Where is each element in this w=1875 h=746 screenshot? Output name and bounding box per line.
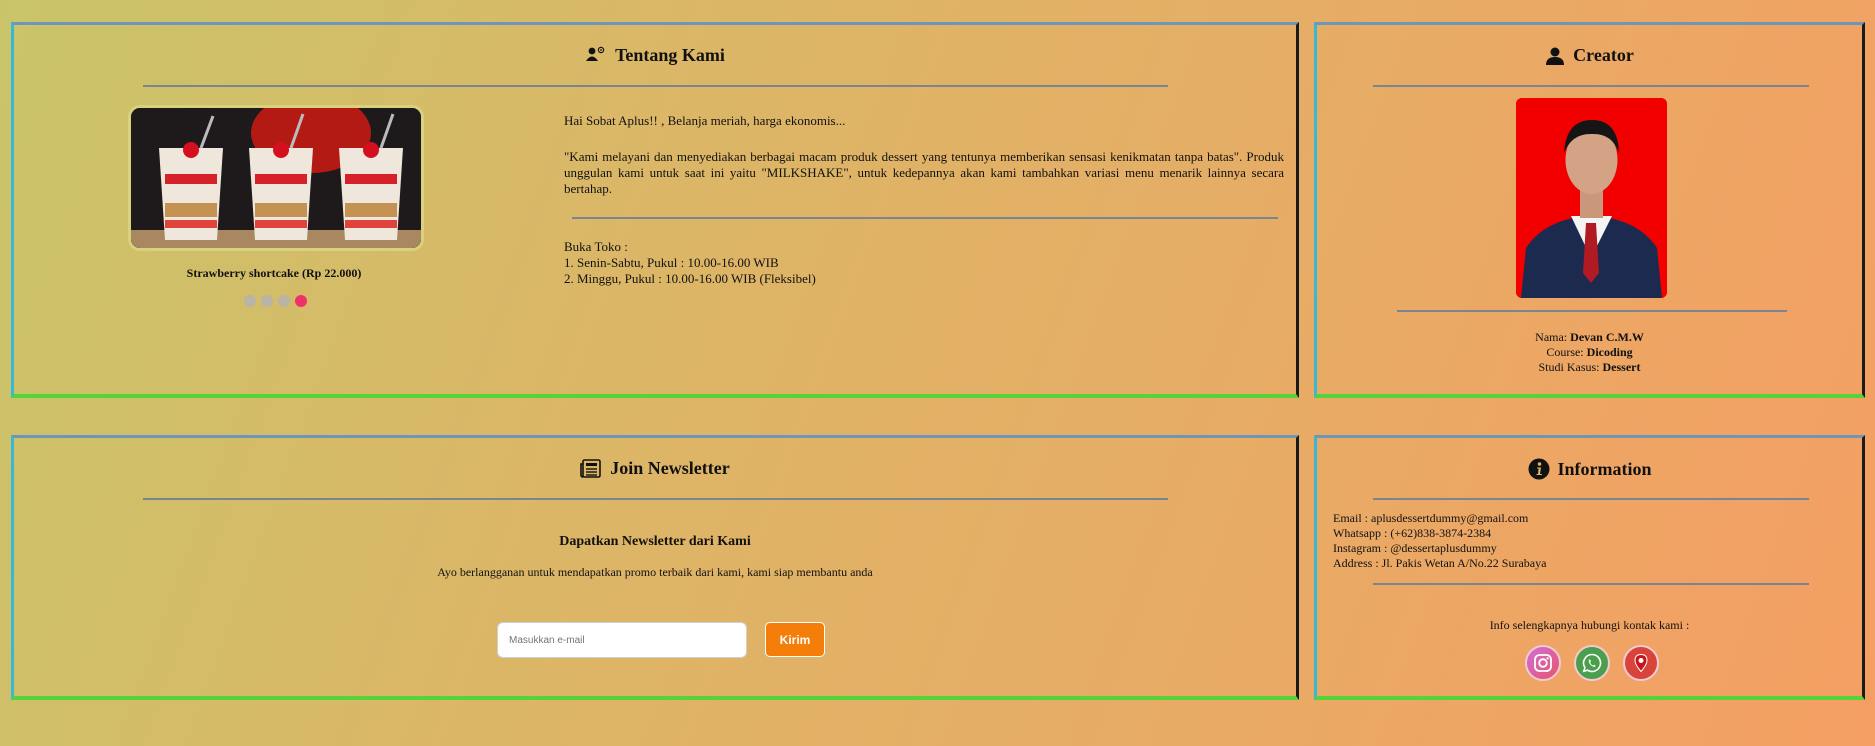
whatsapp-icon[interactable] [1574,645,1610,681]
newsletter-title: Join Newsletter [14,458,1296,479]
contact-address: Address : Jl. Pakis Wetan A/No.22 Suraba… [1333,556,1547,570]
about-card: Tentang Kami Strawberry shortcake (Rp 22… [11,22,1299,398]
location-icon[interactable] [1623,645,1659,681]
social-links [1525,645,1659,681]
hours-weekdays: 1. Senin-Sabtu, Pukul : 10.00-16.00 WIB [564,255,779,270]
information-card: Information Email : aplusdessertdummy@gm… [1314,435,1865,700]
divider [1397,310,1787,312]
contact-instagram: Instagram : @dessertaplusdummy [1333,541,1497,555]
contact-whatsapp: Whatsapp : (+62)838-3874-2384 [1333,526,1492,540]
users-cog-icon [585,46,607,66]
contact-details: Email : aplusdessertdummy@gmail.com What… [1333,511,1546,571]
dessert-slide-image[interactable] [128,105,424,251]
divider [143,85,1168,87]
slider-dot-active[interactable] [295,295,307,307]
hours-title: Buka Toko : [564,239,628,254]
divider [1373,498,1809,500]
hours-sunday: 2. Minggu, Pukul : 10.00-16.00 WIB (Flek… [564,271,816,286]
creator-card: Creator Nama: Devan C.M.W Course: Dicodi… [1314,22,1865,398]
greeting-text: Hai Sobat Aplus!! , Belanja meriah, harg… [564,113,846,128]
description-text: "Kami melayani dan menyediakan berbagai … [564,149,1284,196]
about-title: Tentang Kami [14,45,1296,66]
slide-caption: Strawberry shortcake (Rp 22.000) [186,266,362,280]
creator-photo [1516,98,1667,298]
newspaper-icon [580,458,602,479]
email-field[interactable] [497,622,747,658]
divider [1373,583,1809,585]
creator-case: Dessert [1602,360,1641,374]
slider-dot[interactable] [278,295,290,307]
information-title: Information [1317,458,1862,480]
divider [572,217,1278,219]
submit-button[interactable]: Kirim [765,622,825,657]
instagram-icon[interactable] [1525,645,1561,681]
divider [143,498,1168,500]
user-icon [1545,46,1565,66]
slider-dots [244,295,307,307]
divider [1373,85,1809,87]
newsletter-subtitle: Ayo berlangganan untuk mendapatkan promo… [437,565,873,579]
contact-prompt: Info selengkapnya hubungi kontak kami : [1489,618,1690,632]
slider-dot[interactable] [244,295,256,307]
newsletter-heading: Dapatkan Newsletter dari Kami [559,534,751,549]
creator-name: Devan C.M.W [1570,330,1644,344]
slider-dot[interactable] [261,295,273,307]
newsletter-card: Join Newsletter Dapatkan Newsletter dari… [11,435,1299,700]
about-text: Hai Sobat Aplus!! , Belanja meriah, harg… [564,113,1284,287]
creator-title: Creator [1317,45,1862,66]
creator-course: Dicoding [1586,345,1633,359]
info-circle-icon [1528,458,1550,480]
contact-email: Email : aplusdessertdummy@gmail.com [1333,511,1529,525]
creator-info: Nama: Devan C.M.W Course: Dicoding Studi… [1535,330,1644,374]
